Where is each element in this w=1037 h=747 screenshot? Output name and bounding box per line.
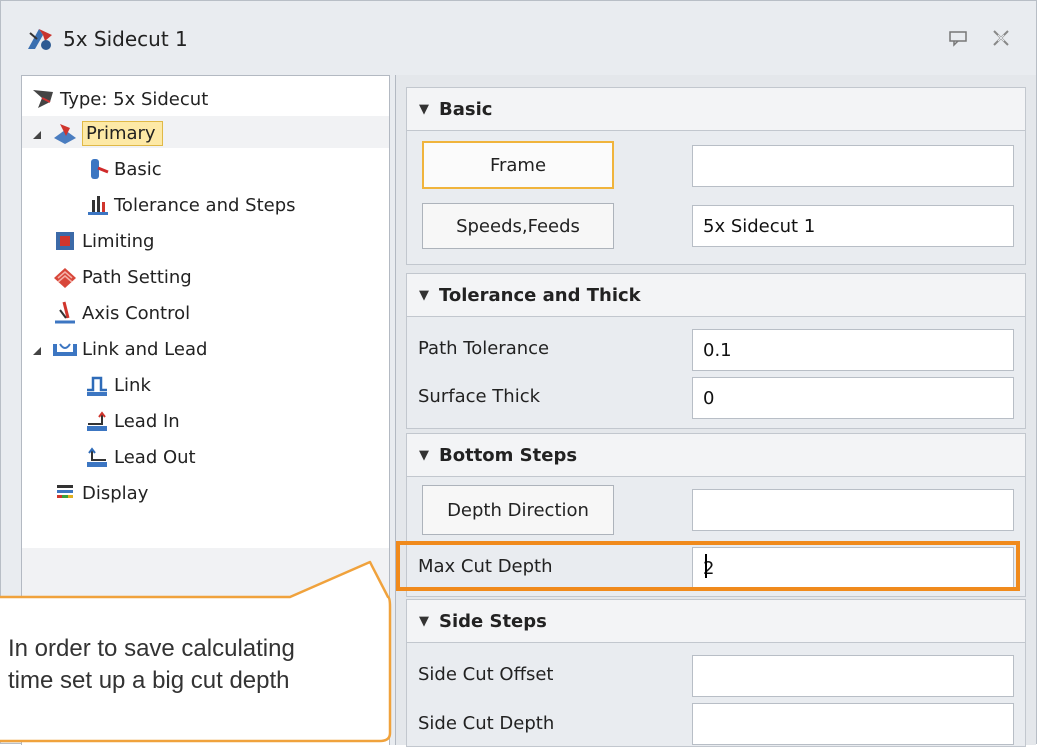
callout-line: In order to save calculating xyxy=(8,635,295,662)
callout-line: time set up a big cut depth xyxy=(8,667,290,694)
callout-text: In order to save calculating time set up… xyxy=(8,633,378,697)
